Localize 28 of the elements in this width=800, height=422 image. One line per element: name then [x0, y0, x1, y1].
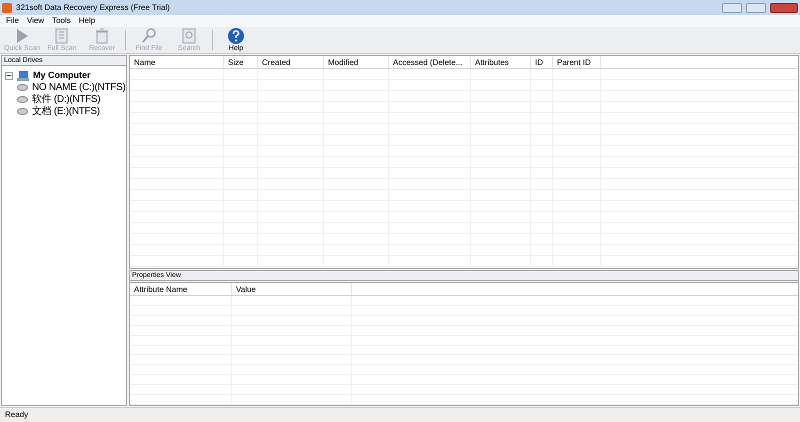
tree-item[interactable]: NO NAME (C:)(NTFS) — [32, 82, 126, 93]
menu-item[interactable]: Tools — [52, 16, 71, 26]
menu-item[interactable]: Help — [78, 16, 96, 26]
tree-item[interactable]: My Computer — [33, 70, 91, 81]
collapse-toggle[interactable] — [5, 72, 13, 80]
column-header[interactable]: ID — [531, 56, 553, 68]
window-title: 321soft Data Recovery Express (Free Trial) — [16, 2, 171, 12]
column-header[interactable]: Created — [258, 56, 324, 68]
column-header[interactable]: Value — [232, 283, 352, 295]
column-header[interactable]: Modified — [324, 56, 389, 68]
column-header[interactable]: Attributes — [471, 56, 531, 68]
app-icon — [2, 2, 12, 12]
column-header[interactable]: Accessed (Delete... — [389, 56, 471, 68]
status-text: Ready — [5, 410, 28, 420]
computer-icon — [17, 70, 29, 80]
column-header[interactable]: Size — [224, 56, 258, 68]
column-header[interactable]: Name — [130, 56, 224, 68]
drive-icon — [17, 96, 28, 103]
menu-item[interactable]: File — [6, 16, 19, 26]
column-header[interactable]: Parent ID — [553, 56, 601, 68]
menu-item[interactable]: View — [26, 16, 44, 26]
magnifier-icon — [140, 27, 158, 45]
drive-icon — [17, 108, 28, 115]
drive-icon — [17, 84, 28, 91]
close-button[interactable] — [770, 2, 798, 12]
tree-item[interactable]: 软件 (D:)(NTFS) — [32, 94, 100, 105]
tree-item[interactable]: 文档 (E:)(NTFS) — [32, 106, 100, 117]
column-header[interactable]: Attribute Name — [130, 283, 232, 295]
